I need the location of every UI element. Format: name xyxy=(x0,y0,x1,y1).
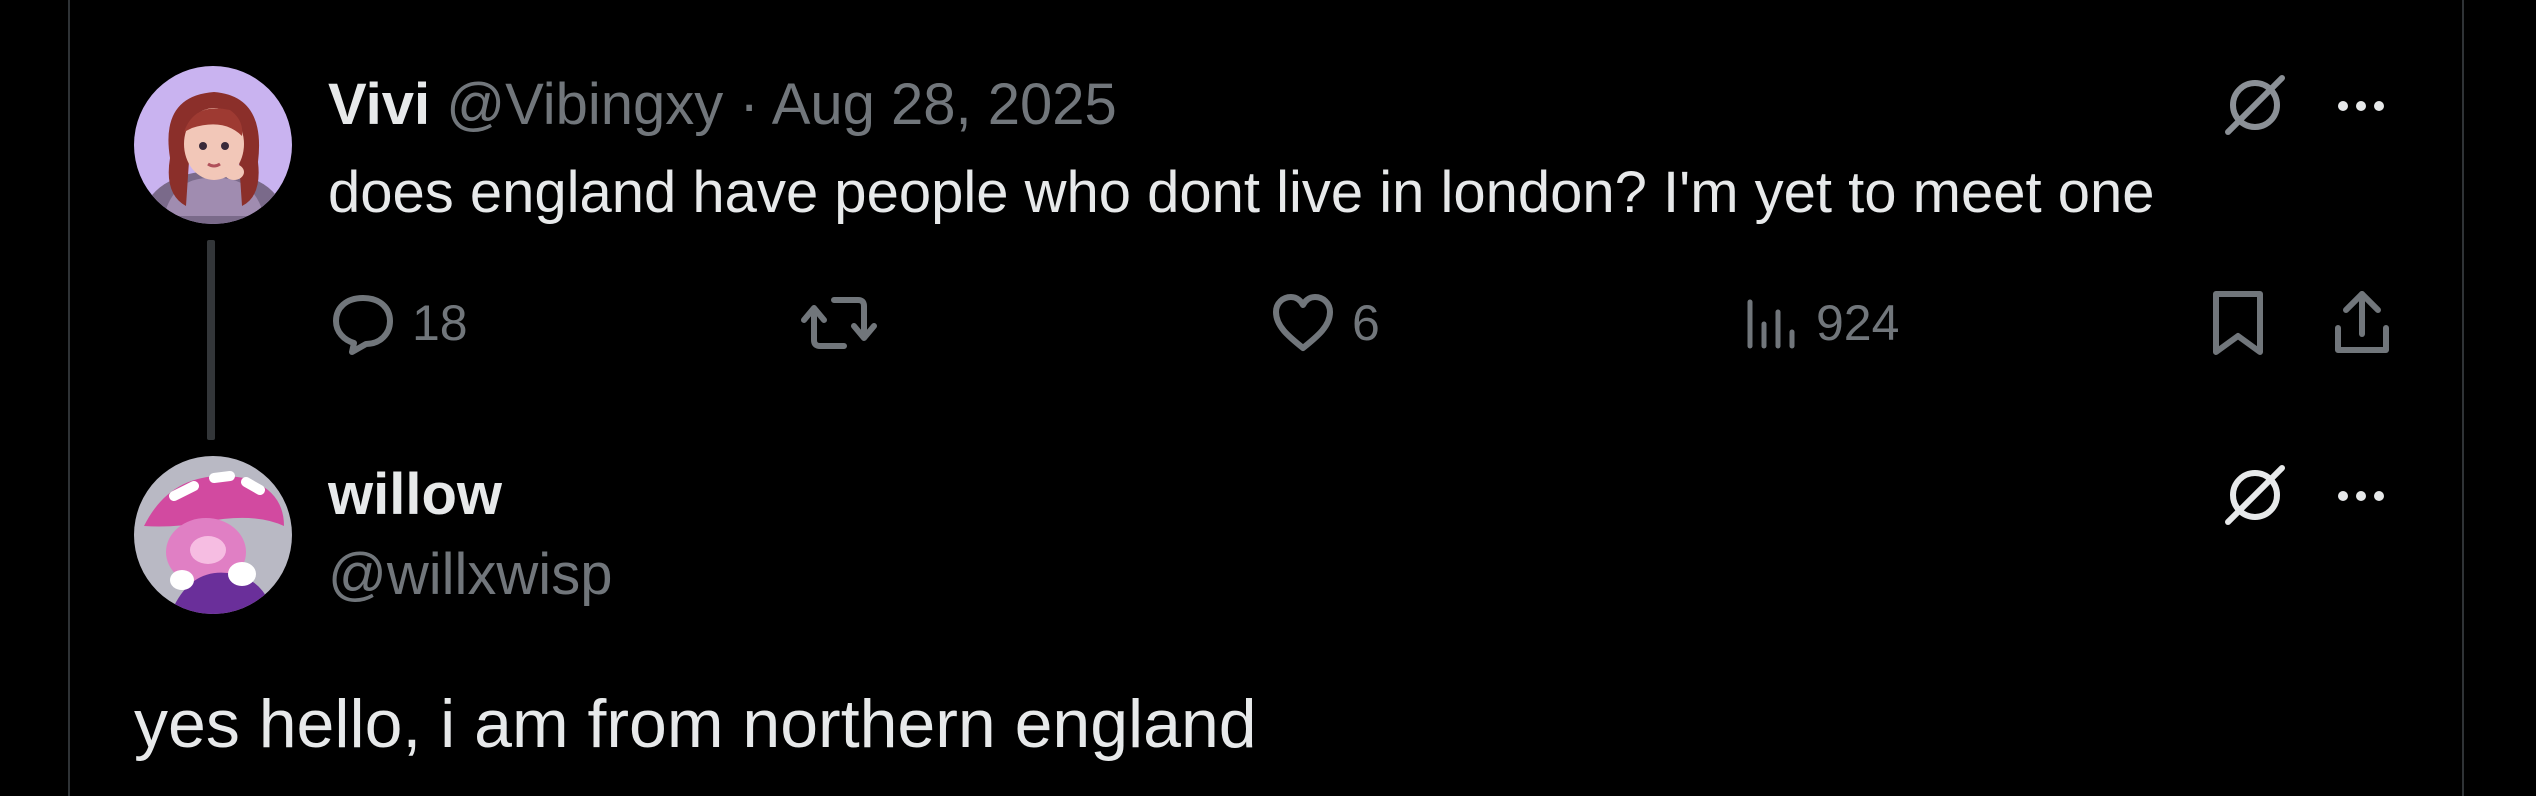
view-count: 924 xyxy=(1816,295,1900,351)
views-button[interactable]: 924 xyxy=(1742,288,1899,358)
share-icon xyxy=(2335,291,2389,353)
author-name[interactable]: willow xyxy=(328,460,502,530)
repost-button[interactable] xyxy=(800,288,892,358)
author-name[interactable]: Vivi xyxy=(328,72,430,137)
grok-button[interactable] xyxy=(2220,460,2290,530)
reply-icon xyxy=(333,295,393,355)
more-icon xyxy=(2338,101,2384,111)
more-button[interactable] xyxy=(2326,474,2396,518)
post-date[interactable]: Aug 28, 2025 xyxy=(772,72,1117,137)
avatar-vivi-icon xyxy=(134,66,292,224)
reply-count: 18 xyxy=(412,295,468,351)
grok-icon xyxy=(2225,75,2285,135)
avatar[interactable] xyxy=(134,66,292,224)
more-button[interactable] xyxy=(2326,84,2396,128)
post-header: Vivi @Vibingxy · Aug 28, 2025 xyxy=(328,70,1117,140)
thread-connector-line xyxy=(207,240,215,440)
more-icon xyxy=(2338,491,2384,501)
avatar[interactable] xyxy=(134,456,292,614)
like-button[interactable]: 6 xyxy=(1268,288,1380,358)
author-handle[interactable]: @Vibingxy xyxy=(446,72,723,137)
grok-button[interactable] xyxy=(2220,70,2290,140)
author-handle[interactable]: @willxwisp xyxy=(328,540,612,610)
repost-icon xyxy=(801,297,877,349)
reply-button[interactable]: 18 xyxy=(328,288,468,358)
separator-dot: · xyxy=(739,72,759,137)
bookmark-icon xyxy=(2213,291,2263,355)
views-icon xyxy=(1747,299,1795,349)
bookmark-button[interactable] xyxy=(2206,288,2270,358)
share-button[interactable] xyxy=(2330,288,2394,358)
avatar-willow-icon xyxy=(134,456,292,614)
like-count: 6 xyxy=(1352,295,1380,351)
grok-icon xyxy=(2225,465,2285,525)
post-text: does england have people who dont live i… xyxy=(328,160,2155,225)
post-text: yes hello, i am from northern england xyxy=(134,686,1257,762)
like-icon xyxy=(1273,294,1333,351)
